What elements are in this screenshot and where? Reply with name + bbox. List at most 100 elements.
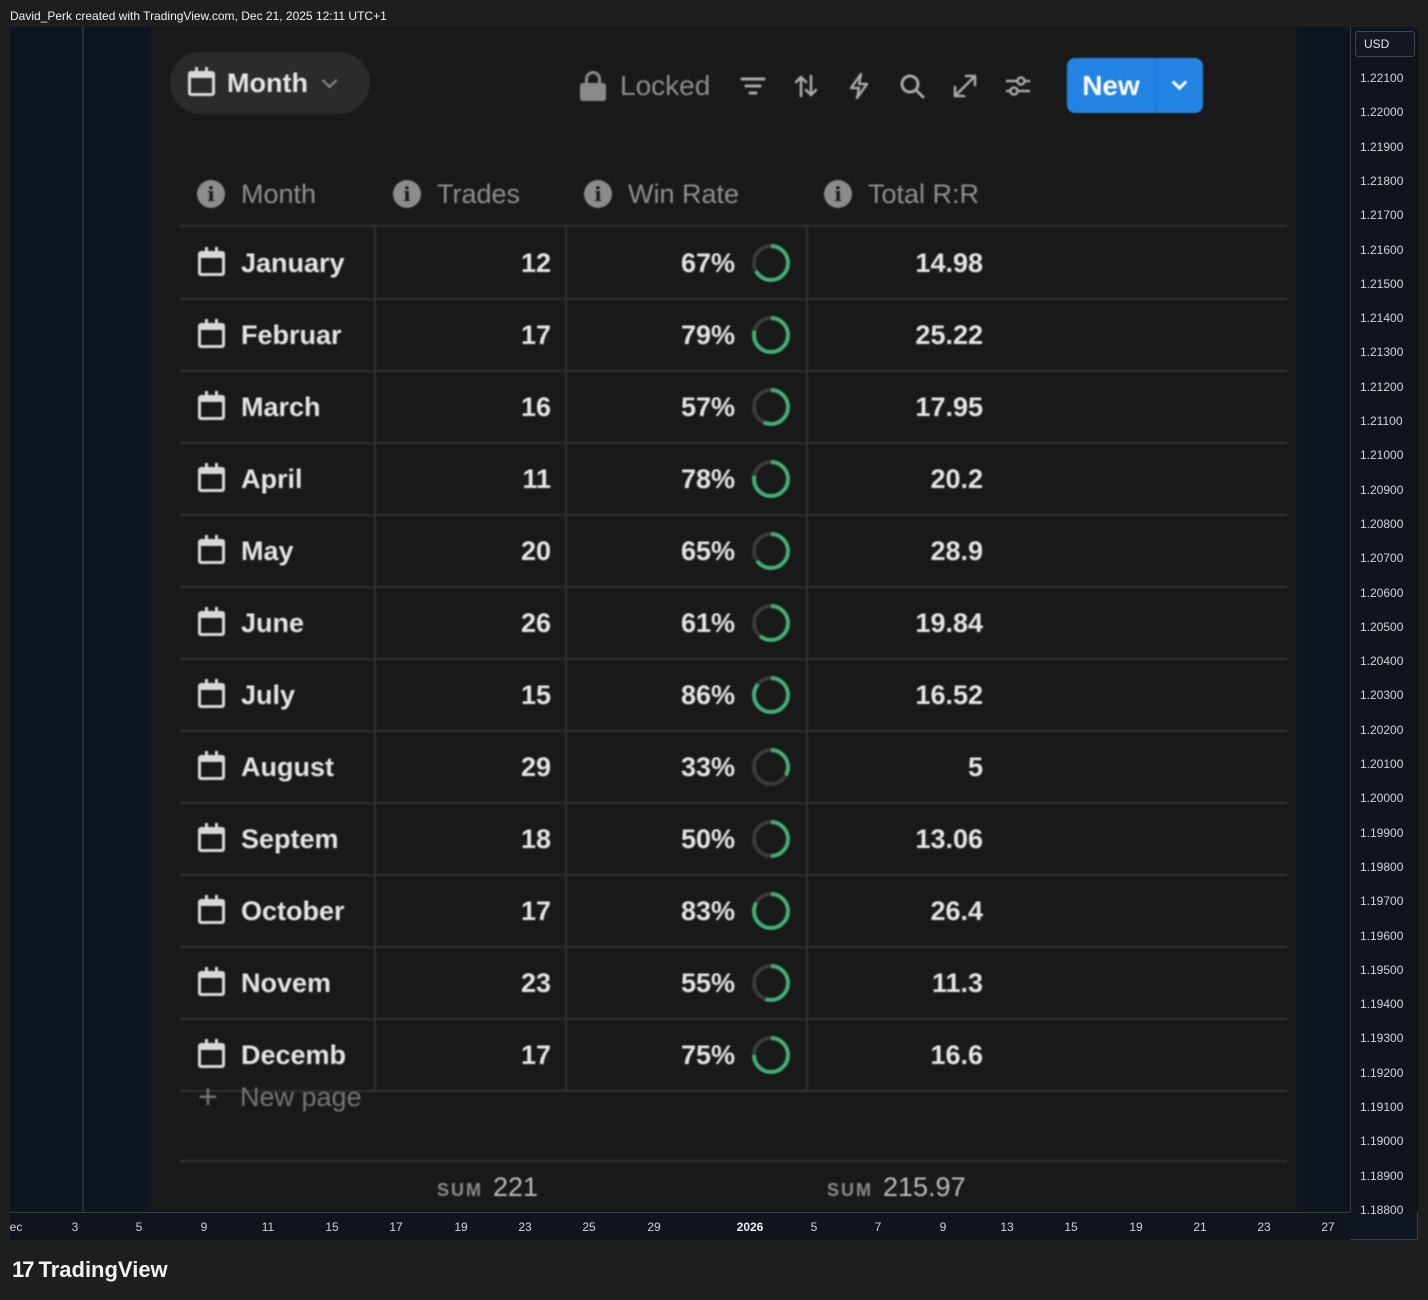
total-rr-cell[interactable]: 16.6 [808,1019,983,1091]
column-header-trades[interactable]: i Trades [393,174,520,214]
trades-cell[interactable]: 26 [376,587,551,659]
month-cell[interactable]: Septem [198,803,339,875]
trades-cell[interactable]: 17 [376,875,551,947]
win-rate-cell[interactable]: 33% [567,731,735,803]
info-icon: i [393,180,421,208]
table-row[interactable]: Februar 17 79% 25.22 [180,299,1287,371]
table-row[interactable]: March 16 57% 17.95 [180,371,1287,443]
price-label: 1.21000 [1360,448,1404,463]
total-rr-cell[interactable]: 13.06 [808,803,983,875]
price-label: 1.19300 [1360,1031,1404,1046]
price-label: 1.19900 [1360,825,1404,840]
month-cell[interactable]: April [198,443,303,515]
table-row[interactable]: Septem 18 50% 13.06 [180,803,1287,875]
sum-trades: SUM 221 [437,1172,539,1202]
time-label: 9 [939,1220,947,1234]
sort-icon[interactable] [789,69,823,103]
settings-sliders-icon[interactable] [1001,69,1035,103]
month-cell[interactable]: July [198,659,295,731]
price-label: 1.19400 [1360,997,1404,1012]
total-rr-cell[interactable]: 28.9 [808,515,983,587]
month-cell[interactable]: March [198,371,321,443]
divider [806,227,808,1091]
calendar-icon [188,66,215,96]
month-cell[interactable]: June [198,587,304,659]
new-dropdown-button[interactable] [1156,74,1203,91]
price-label: 1.19700 [1360,894,1404,909]
table-row[interactable]: August 29 33% 5 [180,731,1287,803]
trades-cell[interactable]: 16 [376,371,551,443]
month-cell[interactable]: Februar [198,299,342,371]
time-label: 21 [1193,1220,1207,1234]
new-button[interactable]: New [1067,58,1203,113]
month-cell[interactable]: October [198,875,345,947]
month-cell[interactable]: May [198,515,294,587]
month-cell[interactable]: Novem [198,947,331,1019]
lightning-icon[interactable] [842,69,876,103]
trades-cell[interactable]: 17 [376,1019,551,1091]
tradingview-logo[interactable]: 17 TradingView [12,1257,168,1283]
total-rr-cell[interactable]: 14.98 [808,227,983,299]
total-rr-cell[interactable]: 11.3 [808,947,983,1019]
win-rate-ring-icon [752,460,790,498]
divider [565,227,567,1091]
column-header-total-rr[interactable]: i Total R:R [824,174,979,214]
time-label: 11 [261,1220,275,1234]
total-rr-cell[interactable]: 26.4 [808,875,983,947]
table-row[interactable]: October 17 83% 26.4 [180,875,1287,947]
win-rate-cell[interactable]: 67% [567,227,735,299]
search-icon[interactable] [895,69,929,103]
trades-cell[interactable]: 11 [376,443,551,515]
view-selector-button[interactable]: Month [170,52,370,114]
total-rr-cell[interactable]: 19.84 [808,587,983,659]
time-axis[interactable]: ec 3 5 9 11 15 17 19 23 25 29 2026 5 7 9 13 15 19 21 23 27 [10,1212,1350,1240]
total-rr-cell[interactable]: 25.22 [808,299,983,371]
win-rate-cell[interactable]: 75% [567,1019,735,1091]
table-row[interactable]: June 26 61% 19.84 [180,587,1287,659]
time-label: 23 [1257,1220,1271,1234]
trades-cell[interactable]: 29 [376,731,551,803]
win-rate-cell[interactable]: 57% [567,371,735,443]
trades-cell[interactable]: 15 [376,659,551,731]
column-header-month[interactable]: i Month [197,174,316,214]
trades-cell[interactable]: 20 [376,515,551,587]
month-cell[interactable]: January [198,227,345,299]
price-label: 1.19200 [1360,1065,1404,1080]
total-rr-cell[interactable]: 20.2 [808,443,983,515]
plus-icon: + [198,1077,218,1116]
table-row[interactable]: Novem 23 55% 11.3 [180,947,1287,1019]
table-row[interactable]: May 20 65% 28.9 [180,515,1287,587]
table-row[interactable]: January 12 67% 14.98 [180,227,1287,299]
price-axis[interactable]: USD 1.22100 1.22000 1.21900 1.21800 1.21700 1… [1350,27,1418,1217]
win-rate-cell[interactable]: 79% [567,299,735,371]
win-rate-cell[interactable]: 78% [567,443,735,515]
chart-area[interactable]: Month Locked New i Month i Trades i Win … [10,27,1350,1212]
expand-icon[interactable] [948,69,982,103]
trades-cell[interactable]: 12 [376,227,551,299]
price-label: 1.19800 [1360,859,1404,874]
locked-label[interactable]: Locked [620,70,710,102]
trades-cell[interactable]: 23 [376,947,551,1019]
win-rate-ring-icon [752,748,790,786]
table-row[interactable]: July 15 86% 16.52 [180,659,1287,731]
attribution-text: David_Perk created with TradingView.com,… [10,9,387,23]
total-rr-cell[interactable]: 16.52 [808,659,983,731]
trades-cell[interactable]: 18 [376,803,551,875]
currency-selector[interactable]: USD [1355,31,1415,57]
new-button-label: New [1082,69,1140,101]
table-row[interactable]: April 11 78% 20.2 [180,443,1287,515]
win-rate-cell[interactable]: 61% [567,587,735,659]
win-rate-cell[interactable]: 86% [567,659,735,731]
win-rate-cell[interactable]: 50% [567,803,735,875]
win-rate-cell[interactable]: 55% [567,947,735,1019]
total-rr-cell[interactable]: 5 [808,731,983,803]
win-rate-cell[interactable]: 65% [567,515,735,587]
toolbar: Locked [580,65,1054,107]
month-cell[interactable]: August [198,731,334,803]
total-rr-cell[interactable]: 17.95 [808,371,983,443]
win-rate-cell[interactable]: 83% [567,875,735,947]
trades-cell[interactable]: 17 [376,299,551,371]
new-page-button[interactable]: + New page [198,1077,362,1117]
filter-icon[interactable] [736,69,770,103]
column-header-win-rate[interactable]: i Win Rate [584,174,739,214]
